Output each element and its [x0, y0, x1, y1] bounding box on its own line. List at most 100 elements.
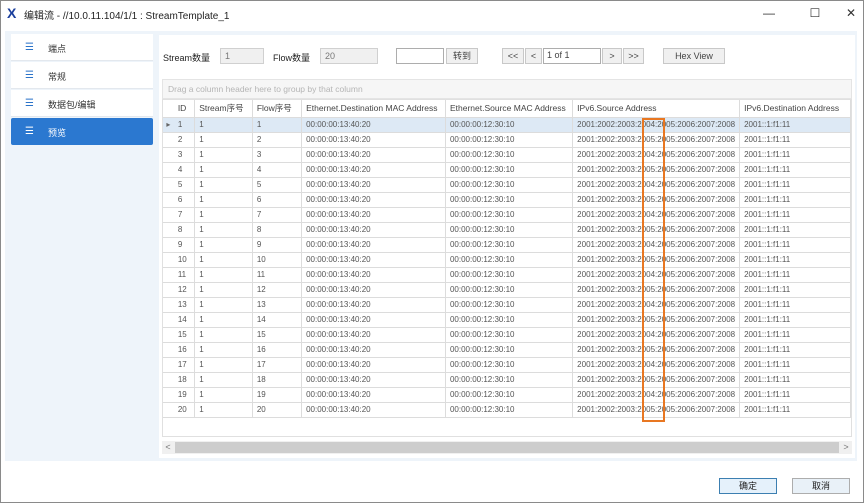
table-cell[interactable]: 1: [194, 252, 253, 268]
table-cell[interactable]: 1: [194, 177, 253, 193]
table-cell[interactable]: 17: [173, 357, 196, 373]
table-row[interactable]: 15 1 15 00:00:00:13:40:20 00:00:00:12:30:10 2…: [163, 327, 851, 343]
column-header[interactable]: IPv6.Destination Address: [739, 100, 851, 118]
table-cell[interactable]: 1: [194, 207, 253, 223]
table-row[interactable]: 18 1 18 00:00:00:13:40:20 00:00:00:12:30:10 2…: [163, 372, 851, 388]
table-cell[interactable]: 00:00:00:13:40:20: [301, 207, 446, 223]
table-row[interactable]: 12 1 12 00:00:00:13:40:20 00:00:00:12:30:10 2…: [163, 282, 851, 298]
table-cell[interactable]: 11: [173, 267, 196, 283]
table-cell[interactable]: 00:00:00:12:30:10: [445, 297, 574, 313]
table-cell[interactable]: 00:00:00:12:30:10: [445, 342, 574, 358]
table-cell[interactable]: 2001:2002:2003:2004:2005:2006:2007:2008: [572, 387, 741, 403]
table-cell[interactable]: 00:00:00:12:30:10: [445, 372, 574, 388]
table-cell[interactable]: 2: [252, 132, 303, 148]
table-cell[interactable]: 1: [194, 342, 253, 358]
table-cell[interactable]: 2001:2002:2003:2005:2005:2006:2007:2008: [572, 132, 741, 148]
table-cell[interactable]: 19: [252, 387, 303, 403]
table-cell[interactable]: 2001::1:f1:11: [739, 282, 851, 298]
table-cell[interactable]: 15: [173, 327, 196, 343]
maximize-button[interactable]: ☐: [797, 1, 833, 25]
table-cell[interactable]: 2001::1:f1:11: [739, 387, 851, 403]
table-cell[interactable]: 6: [252, 192, 303, 208]
column-header[interactable]: Stream序号: [194, 100, 253, 118]
table-cell[interactable]: 00:00:00:13:40:20: [301, 297, 446, 313]
table-cell[interactable]: 2001:2002:2003:2005:2005:2006:2007:2008: [572, 222, 741, 238]
table-cell[interactable]: 2001:2002:2003:2005:2005:2006:2007:2008: [572, 192, 741, 208]
table-cell[interactable]: 12: [173, 282, 196, 298]
scrollbar-thumb[interactable]: [175, 442, 839, 453]
table-cell[interactable]: 2001:2002:2003:2005:2005:2006:2007:2008: [572, 372, 741, 388]
table-row[interactable]: 6 1 6 00:00:00:13:40:20 00:00:00:12:30:10 200…: [163, 192, 851, 208]
table-cell[interactable]: 00:00:00:12:30:10: [445, 222, 574, 238]
table-cell[interactable]: 00:00:00:12:30:10: [445, 402, 574, 418]
table-cell[interactable]: 6: [173, 192, 196, 208]
table-cell[interactable]: 00:00:00:13:40:20: [301, 147, 446, 163]
table-cell[interactable]: 2001:2002:2003:2004:2005:2006:2007:2008: [572, 177, 741, 193]
table-cell[interactable]: 17: [252, 357, 303, 373]
table-cell[interactable]: 13: [252, 297, 303, 313]
table-cell[interactable]: 2001::1:f1:11: [739, 177, 851, 193]
table-cell[interactable]: 2: [173, 132, 196, 148]
table-cell[interactable]: 2001::1:f1:11: [739, 342, 851, 358]
scroll-left-icon[interactable]: <: [162, 441, 174, 454]
table-cell[interactable]: 00:00:00:12:30:10: [445, 357, 574, 373]
close-button[interactable]: ✕: [833, 1, 864, 25]
table-cell[interactable]: 1: [194, 387, 253, 403]
next-page-button[interactable]: >: [602, 48, 622, 64]
table-cell[interactable]: 2001:2002:2003:2004:2005:2006:2007:2008: [572, 327, 741, 343]
table-cell[interactable]: 8: [173, 222, 196, 238]
table-cell[interactable]: 00:00:00:13:40:20: [301, 267, 446, 283]
table-cell[interactable]: 1: [194, 372, 253, 388]
table-cell[interactable]: 1: [252, 117, 303, 133]
table-row[interactable]: 4 1 4 00:00:00:13:40:20 00:00:00:12:30:10 200…: [163, 162, 851, 178]
table-cell[interactable]: 2001::1:f1:11: [739, 327, 851, 343]
table-cell[interactable]: 00:00:00:13:40:20: [301, 357, 446, 373]
column-header[interactable]: Ethernet.Destination MAC Address: [301, 100, 446, 118]
table-row[interactable]: 16 1 16 00:00:00:13:40:20 00:00:00:12:30:10 2…: [163, 342, 851, 358]
table-row[interactable]: ▸ 1 1 1 00:00:00:13:40:20 00:00:00:12:30:10 20…: [163, 117, 851, 133]
table-cell[interactable]: 00:00:00:13:40:20: [301, 192, 446, 208]
table-cell[interactable]: 1: [194, 402, 253, 418]
table-cell[interactable]: 8: [252, 222, 303, 238]
table-cell[interactable]: 9: [173, 237, 196, 253]
ok-button[interactable]: 确定: [719, 478, 777, 494]
minimize-button[interactable]: —: [751, 1, 787, 25]
table-cell[interactable]: 00:00:00:12:30:10: [445, 312, 574, 328]
table-cell[interactable]: 00:00:00:12:30:10: [445, 282, 574, 298]
table-cell[interactable]: 2001:2002:2003:2005:2005:2006:2007:2008: [572, 282, 741, 298]
table-cell[interactable]: 2001:2002:2003:2005:2005:2006:2007:2008: [572, 342, 741, 358]
table-cell[interactable]: 2001::1:f1:11: [739, 402, 851, 418]
cancel-button[interactable]: 取消: [792, 478, 850, 494]
first-page-button[interactable]: <<: [502, 48, 524, 64]
table-cell[interactable]: 3: [252, 147, 303, 163]
table-cell[interactable]: 00:00:00:12:30:10: [445, 327, 574, 343]
table-cell[interactable]: 7: [252, 207, 303, 223]
table-cell[interactable]: 13: [173, 297, 196, 313]
last-page-button[interactable]: >>: [623, 48, 644, 64]
table-cell[interactable]: 2001:2002:2003:2005:2005:2006:2007:2008: [572, 252, 741, 268]
table-cell[interactable]: 2001::1:f1:11: [739, 132, 851, 148]
table-cell[interactable]: 00:00:00:12:30:10: [445, 177, 574, 193]
sidebar-item-preview[interactable]: ☰ 预览: [11, 118, 153, 145]
table-cell[interactable]: 00:00:00:13:40:20: [301, 237, 446, 253]
table-row[interactable]: 3 1 3 00:00:00:13:40:20 00:00:00:12:30:10 200…: [163, 147, 851, 163]
table-cell[interactable]: 16: [252, 342, 303, 358]
table-cell[interactable]: 2001:2002:2003:2004:2005:2006:2007:2008: [572, 207, 741, 223]
table-cell[interactable]: 00:00:00:12:30:10: [445, 207, 574, 223]
table-cell[interactable]: 2001::1:f1:11: [739, 207, 851, 223]
table-cell[interactable]: 00:00:00:12:30:10: [445, 252, 574, 268]
table-cell[interactable]: 12: [252, 282, 303, 298]
table-cell[interactable]: 2001:2002:2003:2004:2005:2006:2007:2008: [572, 357, 741, 373]
table-row[interactable]: 5 1 5 00:00:00:13:40:20 00:00:00:12:30:10 200…: [163, 177, 851, 193]
table-cell[interactable]: 15: [252, 327, 303, 343]
table-cell[interactable]: 1: [194, 117, 253, 133]
table-row[interactable]: 14 1 14 00:00:00:13:40:20 00:00:00:12:30:10 2…: [163, 312, 851, 328]
sidebar-item-general[interactable]: ☰ 常规: [11, 62, 153, 89]
sidebar-item-endpoint[interactable]: ☰ 端点: [11, 34, 153, 61]
table-cell[interactable]: 2001::1:f1:11: [739, 192, 851, 208]
table-cell[interactable]: 2001::1:f1:11: [739, 312, 851, 328]
table-cell[interactable]: 00:00:00:12:30:10: [445, 162, 574, 178]
table-row[interactable]: 17 1 17 00:00:00:13:40:20 00:00:00:12:30:10 2…: [163, 357, 851, 373]
table-cell[interactable]: 18: [252, 372, 303, 388]
column-header[interactable]: IPv6.Source Address: [572, 100, 741, 118]
